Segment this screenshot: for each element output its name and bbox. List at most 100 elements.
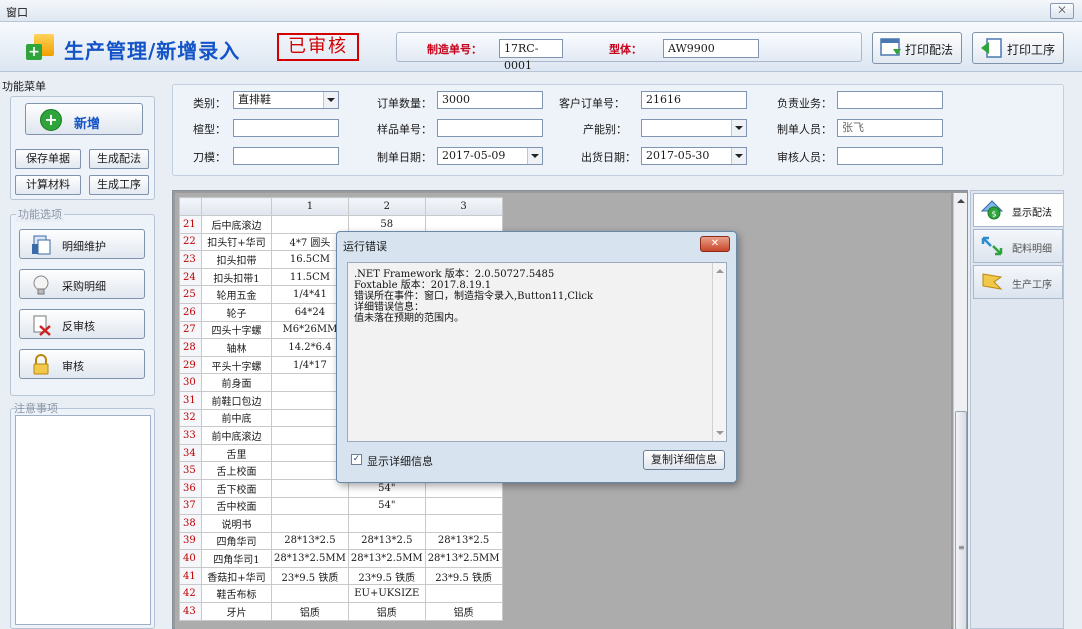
grid-cell[interactable]: 23*9.5 铁质 [424,566,503,586]
print-process-button[interactable]: 打印工序 [972,32,1064,64]
tab-process[interactable]: 生产工序 [973,265,1063,299]
row-name[interactable]: 前鞋口包边 [201,390,272,410]
table-row[interactable]: 37 舌中校面 54" [179,496,503,516]
row-name[interactable]: 前身面 [201,373,272,392]
grid-cell[interactable] [424,496,503,516]
row-name[interactable]: 舌上校面 [201,461,272,480]
grid-cell[interactable]: 铝质 [271,602,349,621]
unapprove-button[interactable]: 反审核 [19,309,145,339]
row-name[interactable]: 鞋舌布标 [201,584,272,604]
row-name[interactable]: 轮用五金 [201,285,272,304]
row-name[interactable]: 舌里 [201,443,272,463]
creator-field[interactable]: 张飞 [837,119,943,137]
tab-show-ratio[interactable]: $ 显示配法 [973,193,1063,227]
row-name[interactable]: 扣头钉+华司 [201,232,272,252]
grid-cell[interactable] [347,514,426,533]
row-name[interactable]: 舌下校面 [201,478,272,498]
row-name[interactable]: 前中底 [201,408,272,428]
grid-cell[interactable] [271,496,349,516]
grid-corner [179,197,202,216]
table-row[interactable]: 39 四角华司 28*13*2.5 28*13*2.5 28*13*2.5 [179,531,503,551]
reviewer-field[interactable] [837,147,943,165]
row-name[interactable]: 扣头扣带1 [201,267,272,287]
grid-cell[interactable] [271,514,349,533]
notes-title: 注意事项 [14,402,58,415]
row-name[interactable]: 香菇扣+华司 [201,566,272,586]
sales-field[interactable] [837,91,943,109]
grid-cell[interactable]: 铝质 [347,602,426,621]
grid-cell[interactable] [271,215,349,234]
grid-cell[interactable]: 54" [347,496,426,516]
scroll-up-icon[interactable] [716,269,724,273]
show-details-checkbox[interactable]: ✓ [351,454,362,465]
generate-ratio-button[interactable]: 生成配法 [89,149,149,169]
knife-label: 刀模： [193,151,226,164]
grid-cell[interactable]: 28*13*2.5 [424,531,503,551]
row-name[interactable]: 前中底滚边 [201,426,272,445]
grid-cell[interactable]: 28*13*2.5MM [271,549,349,568]
row-name[interactable]: 牙片 [201,602,272,621]
calculate-material-button[interactable]: 计算材料 [15,175,81,195]
detail-maintain-button[interactable]: 明细维护 [19,229,145,259]
table-row[interactable]: 40 四角华司1 28*13*2.5MM 28*13*2.5MM 28*13*2.5MM [179,549,503,568]
grid-cell[interactable]: 28*13*2.5MM [347,549,426,568]
copy-details-button[interactable]: 复制详细信息 [643,450,725,470]
generate-process-button[interactable]: 生成工序 [89,175,149,195]
row-name[interactable]: 舌中校面 [201,496,272,516]
table-row[interactable]: 41 香菇扣+华司 23*9.5 铁质 23*9.5 铁质 23*9.5 铁质 [179,566,503,586]
row-name[interactable]: 轴林 [201,338,272,357]
row-name[interactable]: 四角华司 [201,531,272,551]
error-details-box[interactable]: .NET Framework 版本：2.0.50727.5485 Foxtabl… [347,262,727,442]
scroll-up-icon[interactable] [957,199,965,203]
table-row[interactable]: 42 鞋舌布标 EU+UKSIZE [179,584,503,604]
grid-column-header[interactable]: 1 [271,197,349,216]
knife-field[interactable] [233,147,339,165]
grid-cell[interactable]: 28*13*2.5 [347,531,426,551]
row-name[interactable]: 扣头扣带 [201,250,272,269]
grid-cell[interactable] [271,584,349,604]
row-number: 42 [179,584,202,604]
grid-cell[interactable]: EU+UKSIZE [347,584,426,604]
order-no-field[interactable]: 17RC-0001 [499,39,563,72]
row-name[interactable]: 后中底滚边 [201,215,272,234]
row-name[interactable]: 说明书 [201,514,272,533]
approve-button[interactable]: 审核 [19,349,145,379]
dialog-scrollbar[interactable] [712,263,726,441]
last-field[interactable] [233,119,339,137]
grid-cell[interactable]: 23*9.5 铁质 [271,566,349,586]
grid-column-header[interactable]: 3 [424,197,503,216]
customer-order-field[interactable]: 21616 [641,91,747,109]
row-name[interactable]: 平头十字螺 [201,355,272,375]
row-name[interactable]: 轮子 [201,302,272,322]
notes-textarea[interactable] [15,415,151,625]
print-ratio-button[interactable]: 打印配法 [872,32,962,64]
capacity-select[interactable] [641,119,747,137]
grid-column-header[interactable]: 2 [347,197,426,216]
grid-cell[interactable]: 28*13*2.5 [271,531,349,551]
sample-field[interactable] [437,119,543,137]
scroll-thumb[interactable] [955,411,967,629]
tab-material-detail[interactable]: 配料明细 [973,229,1063,263]
category-select[interactable]: 直排鞋 [233,91,339,109]
save-button[interactable]: 保存单据 [15,149,81,169]
table-row[interactable]: 43 牙片 铝质 铝质 铝质 [179,602,503,621]
order-qty-field[interactable]: 3000 [437,91,543,109]
row-name[interactable]: 四角华司1 [201,549,272,568]
grid-cell[interactable]: 28*13*2.5MM [424,549,503,568]
create-date-picker[interactable]: 2017-05-09 [437,147,543,165]
row-name[interactable]: 四头十字螺 [201,320,272,340]
grid-cell[interactable] [424,584,503,604]
ship-date-picker[interactable]: 2017-05-30 [641,147,747,165]
row-number: 34 [179,443,202,463]
window-close-button[interactable]: ⨉ [1050,3,1074,19]
purchase-detail-button[interactable]: 采购明细 [19,269,145,299]
grid-cell[interactable] [424,514,503,533]
grid-scrollbar[interactable]: ≡ [953,193,967,629]
grid-cell[interactable]: 铝质 [424,602,503,621]
table-row[interactable]: 38 说明书 [179,514,503,533]
body-field[interactable]: AW9900 [663,39,759,58]
dialog-close-button[interactable]: ✕ [700,236,730,252]
grid-cell[interactable]: 23*9.5 铁质 [347,566,426,586]
new-button[interactable]: + 新增 [25,103,143,135]
scroll-down-icon[interactable] [716,431,724,435]
